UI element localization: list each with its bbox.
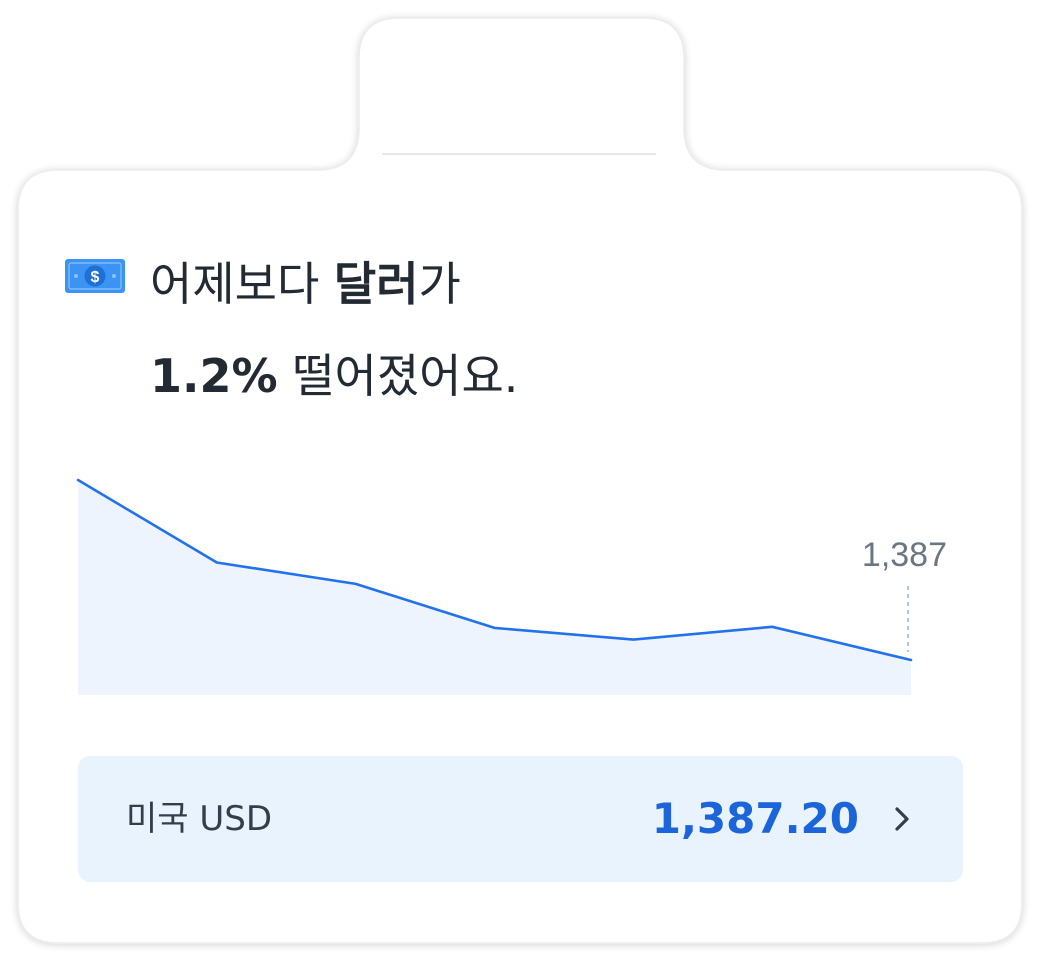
rate-value: 1,387.20 xyxy=(651,794,859,843)
usd-rate-row[interactable]: 미국 USD 1,387.20 xyxy=(78,756,963,882)
headline-text: 떨어졌어요. xyxy=(277,349,519,403)
headline-percent: 1.2% xyxy=(150,349,278,403)
headline-text: 어제보다 xyxy=(150,257,334,311)
currency-label: 미국 USD xyxy=(126,799,273,839)
headline-text: 가 xyxy=(418,257,461,311)
exchange-rate-card: $ 어제보다 달러가 1.2% 떨어졌어요. 1,387 미국 USD 1,38… xyxy=(0,0,1038,957)
headline-line-1: 어제보다 달러가 xyxy=(150,238,518,330)
dollar-bill-icon: $ xyxy=(65,259,125,293)
headline-line-2: 1.2% 떨어졌어요. xyxy=(150,330,518,422)
headline-currency: 달러 xyxy=(333,257,419,311)
chevron-right-icon xyxy=(895,807,909,831)
headline: 어제보다 달러가 1.2% 떨어졌어요. xyxy=(150,238,518,422)
svg-text:$: $ xyxy=(91,269,100,286)
